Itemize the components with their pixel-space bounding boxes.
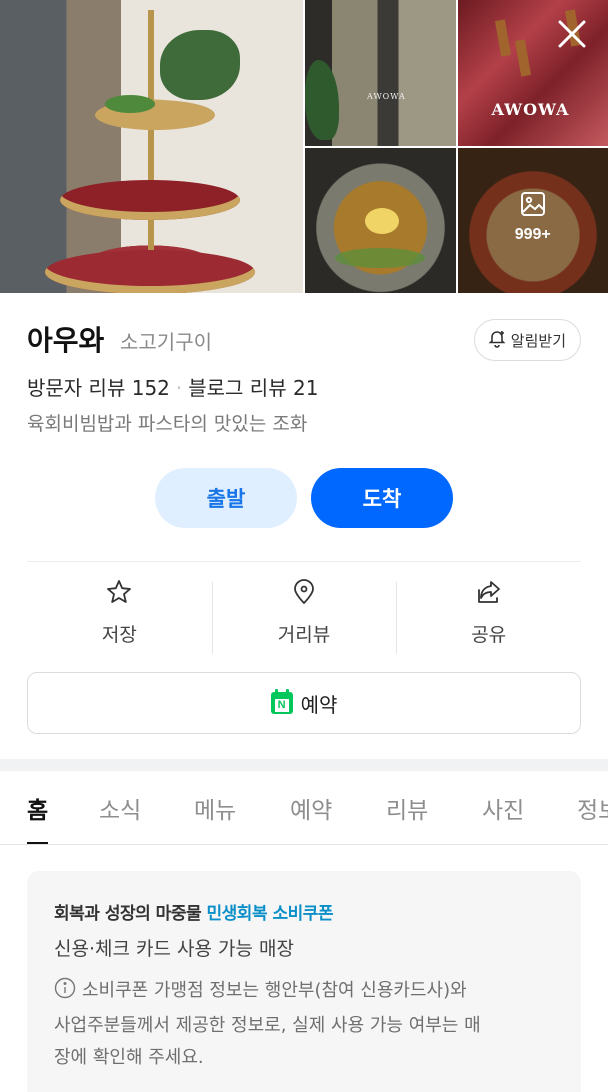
alert-button[interactable]: 알림받기	[473, 319, 581, 361]
streetview-label: 거리뷰	[277, 624, 331, 646]
separator-dot: ·	[175, 376, 183, 400]
tab-reviews[interactable]: 리뷰	[386, 791, 428, 844]
depart-button[interactable]: 출발	[155, 468, 297, 528]
vegetables	[105, 95, 155, 113]
bell-plus-icon	[487, 328, 507, 352]
location-pin-icon	[290, 578, 318, 610]
tab-photos[interactable]: 사진	[482, 791, 524, 844]
plant-decoration	[160, 30, 240, 100]
streetview-button[interactable]: 거리뷰	[211, 578, 397, 654]
lemon-garnish	[365, 207, 399, 234]
coupon-notice-line1: 소비쿠폰 가맹점 정보는 행안부(참여 신용카드사)와	[82, 980, 467, 1001]
interior-sign: AWOWA	[367, 92, 406, 101]
meat-tag	[514, 39, 531, 77]
more-photos[interactable]: 999+	[458, 190, 608, 244]
tab-reservation[interactable]: 예약	[290, 791, 332, 844]
more-photos-count: 999+	[514, 225, 551, 243]
place-name: 아우와	[27, 324, 105, 357]
review-summary: 방문자 리뷰 152 · 블로그 리뷰 21	[27, 372, 318, 401]
visitor-reviews-link[interactable]: 방문자 리뷰 152	[27, 376, 170, 400]
tab-menu[interactable]: 메뉴	[194, 791, 236, 844]
place-info: 아우와 소고기구이 알림받기	[0, 293, 608, 383]
reserve-button[interactable]: N 예약	[27, 672, 581, 734]
platter-stand	[148, 10, 154, 290]
tab-bar: 홈 소식 메뉴 예약 리뷰 사진 정보	[0, 771, 608, 845]
meat-tag	[494, 19, 511, 57]
herb-garnish	[335, 247, 425, 268]
coupon-subtitle: 신용·체크 카드 사용 가능 매장	[54, 938, 294, 960]
star-icon	[105, 578, 133, 610]
photo-gallery: AWOWA AWOWA 999+	[0, 0, 608, 293]
coupon-notice-line3: 장에 확인해 주세요.	[54, 1047, 204, 1068]
meat-sign: AWOWA	[491, 100, 570, 119]
share-label: 공유	[471, 624, 507, 646]
arrive-button[interactable]: 도착	[311, 468, 453, 528]
share-icon	[475, 578, 503, 610]
tab-home[interactable]: 홈	[27, 791, 49, 844]
noodle-photo[interactable]	[305, 147, 456, 293]
naver-booking-icon: N	[270, 689, 293, 714]
coupon-card: 회복과 성장의 마중물 민생회복 소비쿠폰 신용·체크 카드 사용 가능 매장 …	[27, 871, 581, 1092]
platter-tray-middle	[60, 180, 240, 220]
title-row: 아우와 소고기구이 알림받기	[27, 293, 581, 383]
coupon-headline-prefix: 회복과 성장의 마중물	[54, 904, 202, 924]
image-icon	[519, 190, 547, 222]
reserve-label: 예약	[300, 692, 338, 717]
tab-info[interactable]: 정보	[577, 791, 608, 844]
save-button[interactable]: 저장	[27, 578, 212, 654]
save-label: 저장	[101, 624, 137, 646]
section-separator	[0, 759, 608, 771]
info-icon	[54, 977, 76, 1010]
tab-news[interactable]: 소식	[99, 791, 141, 844]
coupon-notice-line2: 사업주분들께서 제공한 정보로, 실제 사용 가능 여부는 매	[54, 1015, 481, 1036]
place-category: 소고기구이	[120, 330, 212, 354]
coupon-headline-highlight: 민생회복 소비쿠폰	[206, 904, 334, 924]
interior-photo[interactable]: AWOWA	[305, 0, 456, 146]
route-buttons: 출발 도착	[0, 468, 608, 528]
coupon-headline: 회복과 성장의 마중물 민생회복 소비쿠폰	[54, 899, 554, 924]
blog-reviews-link[interactable]: 블로그 리뷰 21	[188, 376, 318, 400]
alert-label: 알림받기	[510, 331, 566, 350]
close-button[interactable]	[554, 18, 590, 54]
share-button[interactable]: 공유	[396, 578, 581, 654]
platter-tray-bottom	[45, 250, 255, 293]
action-row: 저장 거리뷰 공유	[27, 578, 581, 654]
divider	[27, 561, 581, 562]
place-description: 육회비빔밥과 파스타의 맛있는 조화	[27, 413, 308, 435]
close-icon	[557, 19, 587, 53]
coupon-notice: 소비쿠폰 가맹점 정보는 행안부(참여 신용카드사)와 사업주분들께서 제공한 …	[54, 975, 554, 1074]
plant-decoration	[305, 60, 339, 140]
main-photo[interactable]	[0, 0, 303, 293]
bibimbap-photo[interactable]: 999+	[457, 147, 608, 293]
